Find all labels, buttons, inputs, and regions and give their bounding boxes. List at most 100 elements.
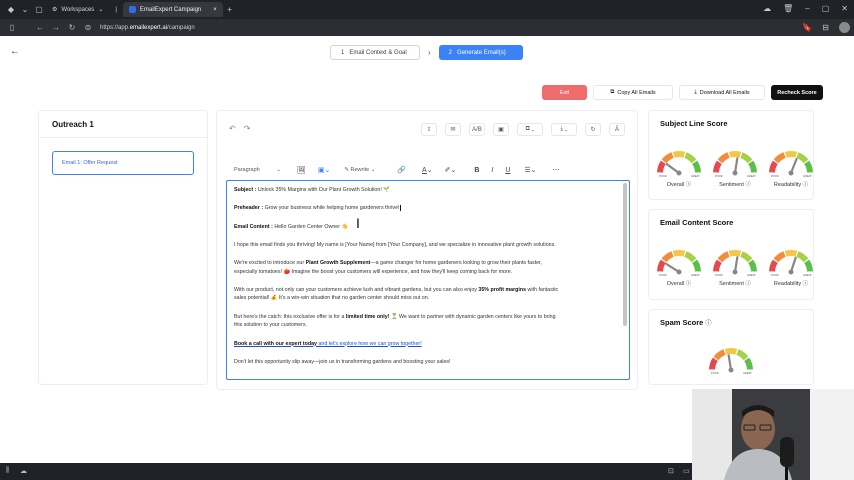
bookmark-icon[interactable]: 🔖 <box>802 23 812 32</box>
cloud-icon[interactable]: ☁ <box>20 467 27 475</box>
cloud-icon[interactable]: ☁ <box>763 4 771 13</box>
p4-bold: limited time only! <box>345 313 390 320</box>
list-icon[interactable]: ☰⌄ <box>524 166 536 174</box>
gauge-segment <box>717 251 730 263</box>
spam-score-card: Spam Score ⓘ POOR GREAT <box>648 309 814 385</box>
cta-rest: and let's explore how we can grow togeth… <box>317 340 422 347</box>
outreach-panel: Outreach 1 Email 1: Offer Request <box>38 110 208 385</box>
back-arrow-icon[interactable]: ← <box>10 46 20 57</box>
screenshot-icon[interactable]: ⊡ <box>668 467 674 475</box>
profile-avatar[interactable] <box>839 22 850 33</box>
italic-icon[interactable]: I <box>491 167 493 174</box>
info-icon[interactable]: ⓘ <box>686 281 692 287</box>
info-icon[interactable]: ⓘ <box>745 182 751 188</box>
copy-icon[interactable]: ⧉ ⌄ <box>517 123 543 136</box>
gauge-high-label: GREAT <box>691 273 700 276</box>
p3-text-c: with fantastic <box>526 286 559 293</box>
info-icon[interactable]: ⓘ <box>686 182 692 188</box>
text-color-icon[interactable]: A⌄ <box>422 166 433 174</box>
tab-separator-icon: | <box>115 6 117 13</box>
mail-icon[interactable]: ✉ <box>445 123 461 136</box>
close-tab-icon[interactable]: × <box>213 7 217 13</box>
outreach-title: Outreach 1 <box>52 120 94 129</box>
tab-emailexpert[interactable]: EmailExpert Campaign × <box>122 2 223 17</box>
url-field[interactable]: https://app.emailexpert.ai/campaign <box>100 25 195 31</box>
step-generate-emails[interactable]: 2 Generate Email(s) <box>438 45 523 60</box>
back-nav-icon[interactable]: ← <box>32 23 48 32</box>
image-icon[interactable]: 🖼 <box>297 166 306 174</box>
undo-icon[interactable]: ↶ <box>229 124 236 133</box>
gauge-segment <box>672 151 686 158</box>
editor-scrollbar[interactable] <box>623 183 627 326</box>
gauge-row: POOR GREAT Overall ⓘ POOR GREAT Sentiment … <box>653 149 817 188</box>
copy-all-emails-button[interactable]: ⧉ Copy All Emails <box>593 85 673 100</box>
preheader-label: Preheader : <box>234 205 264 212</box>
email-content-score-card: Email Content Score POOR GREAT Overall ⓘ … <box>648 209 814 300</box>
step-email-context[interactable]: 1 Email Context & Goal <box>330 45 420 60</box>
subject-line-score-card: Subject Line Score POOR GREAT Overall ⓘ P… <box>648 110 814 200</box>
info-icon[interactable]: ⓘ <box>803 182 809 188</box>
minimize-icon[interactable]: – <box>805 4 809 13</box>
more-icon[interactable]: ⋯ <box>553 166 560 174</box>
gauge-low-label: POOR <box>715 273 723 276</box>
spam-title-text: Spam Score <box>660 318 704 327</box>
gauge-hub <box>788 269 794 275</box>
paragraph-style-select[interactable]: Paragraph ⌄ <box>227 167 285 173</box>
trash-icon[interactable]: 🗑 <box>783 4 793 13</box>
redo-icon[interactable]: ↷ <box>244 124 251 133</box>
rewrite-button[interactable]: ✎ Rewrite ⌄ <box>344 167 375 173</box>
maximize-icon[interactable]: ▢ <box>822 4 830 13</box>
gauge-label-text: Sentiment <box>719 182 744 188</box>
ab-test-icon[interactable]: A/B <box>469 123 485 136</box>
panel-toggle-icon[interactable]: ⫼ <box>6 467 9 475</box>
new-tab-icon[interactable]: + <box>223 5 237 14</box>
step-indicator: 1 Email Context & Goal › 2 Generate Emai… <box>330 45 523 60</box>
browser-logo-icon[interactable]: ◆ <box>4 5 18 14</box>
paragraph-style-value: Paragraph <box>234 167 260 173</box>
extension-icon[interactable]: ⊟ <box>822 23 829 32</box>
gauge-label: Sentiment ⓘ <box>719 180 751 188</box>
email-list-item[interactable]: Email 1: Offer Request <box>52 151 194 175</box>
refresh-icon[interactable]: ↻ <box>585 123 601 136</box>
chevron-down-icon: ⌄ <box>98 7 104 13</box>
reload-icon[interactable]: ↻ <box>64 23 80 32</box>
window-icon[interactable]: ▭ <box>683 467 690 475</box>
site-info-icon[interactable]: ⊜ <box>80 23 96 32</box>
email-body-editor[interactable]: Subject : Unlock 35% Margins with Our Pl… <box>226 180 630 380</box>
image-ai-icon[interactable]: ▣⌄ <box>318 166 330 174</box>
forward-nav-icon[interactable]: → <box>48 23 64 32</box>
bold-icon[interactable]: B <box>474 167 479 174</box>
chevron-right-icon: › <box>428 48 431 57</box>
text-caret <box>399 205 401 212</box>
p4-line2: this solution to your customers. <box>234 322 308 329</box>
content-line: Email Content : Hello Garden Center Owne… <box>234 223 615 232</box>
exit-button[interactable]: Exit <box>542 85 587 100</box>
text-cursor-icon: I <box>356 215 360 231</box>
cta-link[interactable]: Book a call with our expert today and le… <box>234 341 422 347</box>
gauge-segment <box>657 160 666 173</box>
sidebar-toggle-icon[interactable]: ▯ <box>4 23 20 32</box>
gauge-label-text: Readability <box>773 281 802 287</box>
clear-format-icon[interactable]: Ā <box>609 123 625 136</box>
info-icon[interactable]: ⓘ <box>745 281 751 287</box>
info-icon[interactable]: ⓘ <box>705 321 711 327</box>
gauge-segment <box>740 251 753 263</box>
download-icon[interactable]: ⤓ ⌄ <box>551 123 577 136</box>
share-icon[interactable]: ⇪ <box>421 123 437 136</box>
square-icon[interactable]: ▢ <box>32 5 46 14</box>
webcam-overlay <box>692 389 854 480</box>
chevron-down-icon: ⌄ <box>276 167 281 173</box>
tab-workspaces[interactable]: ⚙ Workspaces ⌄ <box>46 2 109 17</box>
highlight-icon[interactable]: ✐⌄ <box>445 166 457 174</box>
editor-actions: ⇪ ✉ A/B ▣ ⧉ ⌄ ⤓ ⌄ ↻ Ā <box>421 123 625 136</box>
recheck-score-button[interactable]: Recheck Score <box>771 85 823 100</box>
copy-icon: ⧉ <box>610 89 615 95</box>
chevron-down-icon[interactable]: ⌄ <box>18 5 32 14</box>
gauge-high-label: GREAT <box>747 174 756 177</box>
download-all-emails-button[interactable]: ⤓ Download All Emails <box>679 85 765 100</box>
underline-icon[interactable]: U <box>505 167 510 174</box>
close-window-icon[interactable]: ✕ <box>841 4 848 13</box>
save-icon[interactable]: ▣ <box>493 123 509 136</box>
link-icon[interactable]: 🔗 <box>397 166 406 174</box>
info-icon[interactable]: ⓘ <box>803 281 809 287</box>
